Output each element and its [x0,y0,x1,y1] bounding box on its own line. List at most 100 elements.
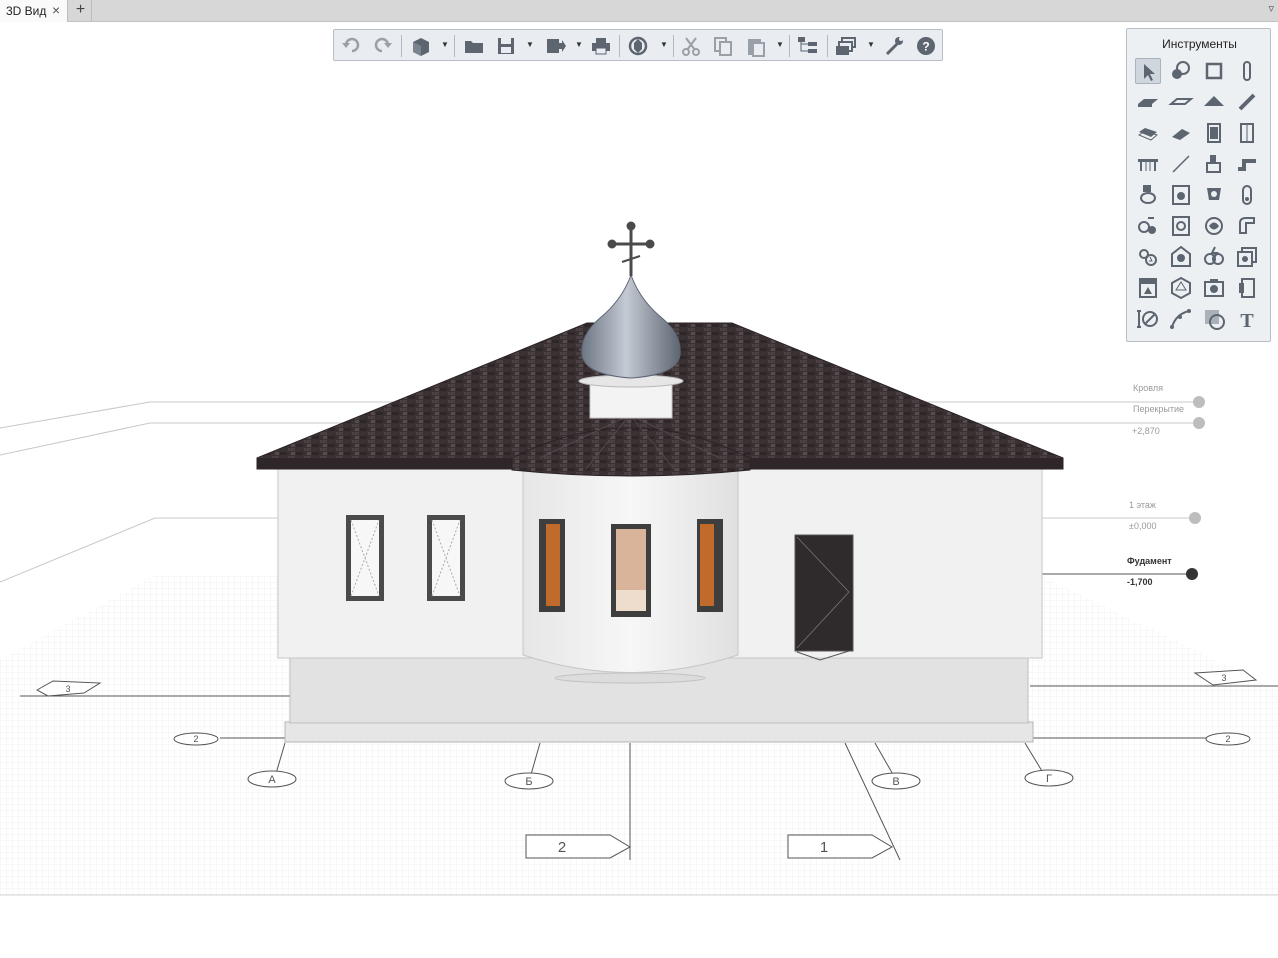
slab-icon [1138,99,1158,107]
window-icon [1240,123,1254,143]
tool-stairs-button[interactable] [1135,120,1161,146]
export-button[interactable] [544,34,568,58]
tool-hatch-button[interactable] [1201,306,1227,332]
tool-select-button[interactable] [1135,58,1161,84]
cabinet-icon [1139,278,1157,298]
tool-water-supply-button[interactable] [1135,213,1161,239]
axis-label-right-2: 2 [1225,734,1230,744]
axis-label-a: А [268,774,276,786]
column-icon [1243,61,1251,81]
window [539,519,565,612]
level-markers[interactable] [1186,396,1205,580]
cut-button[interactable] [679,34,703,58]
tool-camera-button[interactable] [1201,275,1227,301]
chevron-down-icon[interactable]: ▼ [575,40,583,50]
help-icon: ? [917,37,935,55]
object-tree-button[interactable] [796,34,820,58]
tool-plumbing-button[interactable] [1201,151,1227,177]
tool-annotation-button[interactable] [1168,58,1194,84]
redo-button[interactable] [370,34,394,58]
tool-ventilation-button[interactable] [1201,213,1227,239]
tree-icon [798,37,817,53]
axis-label-left-3: 3 [65,684,70,694]
tool-3d-object-button[interactable] [1168,275,1194,301]
tool-ramp-button[interactable] [1168,120,1194,146]
tool-socket-button[interactable] [1201,244,1227,270]
rotate-button[interactable] [626,34,650,58]
table-icon [1138,159,1158,171]
washing-machine-icon [1172,185,1190,205]
radiator-icon [1242,185,1252,205]
layers-button[interactable] [834,34,858,58]
tool-table-button[interactable] [1135,151,1161,177]
tool-washing-machine-button[interactable] [1168,182,1194,208]
settings-button[interactable] [882,34,906,58]
duct-icon [1239,217,1255,234]
chevron-down-icon[interactable]: ▼ [441,40,449,50]
ventilation-icon [1205,217,1223,235]
3d-viewport[interactable]: А Б В Г 2 1 3 2 3 2 Кровля Перекрытие +2… [0,22,1278,958]
tool-electrical-button[interactable] [1135,244,1161,270]
chevron-down-icon[interactable]: ▼ [526,40,534,50]
window [611,524,651,617]
tool-heater-button[interactable] [1201,182,1227,208]
scissors-icon [682,37,700,56]
window [697,519,723,612]
open-button[interactable] [462,34,486,58]
tool-lamp-button[interactable] [1168,244,1194,270]
tool-text-button[interactable]: T [1234,306,1260,332]
save-button[interactable] [494,34,518,58]
building-model[interactable] [256,221,1064,743]
print-button[interactable] [589,34,613,58]
tool-dimension-button[interactable] [1135,306,1161,332]
tool-duct-button[interactable] [1234,213,1260,239]
3d-object-icon [1171,276,1191,300]
level-name-slab: Перекрытие [1133,404,1185,414]
axis-label-right-3: 3 [1221,673,1226,683]
tool-panel-button[interactable] [1234,275,1260,301]
level-value-slab: +2,870 [1132,426,1160,436]
save-icon [498,38,514,54]
tool-boiler-button[interactable] [1168,213,1194,239]
add-tab-button[interactable]: + [70,0,92,22]
tool-floor-button[interactable] [1168,89,1194,115]
tool-pipe-button[interactable] [1234,151,1260,177]
chevron-down-icon[interactable]: ▼ [660,40,668,50]
tool-line-button[interactable] [1168,151,1194,177]
tool-beam-button[interactable] [1234,89,1260,115]
paste-button[interactable] [744,34,768,58]
tool-radiator-button[interactable] [1234,182,1260,208]
tool-roof-button[interactable] [1201,89,1227,115]
wrench-icon [885,37,903,56]
tool-slab-button[interactable] [1135,89,1161,115]
tools-panel: Инструменты T [1126,28,1271,342]
door [794,534,854,661]
foundation-base [284,721,1034,743]
chevron-down-icon[interactable]: ▼ [776,40,784,50]
boiler-icon [1172,216,1190,236]
tool-door-button[interactable] [1201,120,1227,146]
tool-toilet-button[interactable] [1135,182,1161,208]
stairs-icon [1137,128,1159,141]
electrical-icon [1139,249,1157,266]
tool-column-button[interactable] [1234,58,1260,84]
3d-view-button[interactable] [409,34,433,58]
tool-window-button[interactable] [1234,120,1260,146]
cube-icon [413,38,429,56]
tab-label: 3D Вид [6,4,47,18]
tool-switch-panel-button[interactable] [1234,244,1260,270]
help-button[interactable]: ? [914,34,938,58]
level-value-foundation: -1,700 [1127,577,1153,587]
axis-label-1: 1 [820,839,828,856]
triangle-down-icon[interactable]: ▿ [1268,2,1274,15]
copy-button[interactable] [711,34,735,58]
rotate-icon [628,36,648,56]
undo-button[interactable] [340,34,364,58]
tool-cabinet-button[interactable] [1135,275,1161,301]
tool-curve-button[interactable] [1168,306,1194,332]
chevron-down-icon[interactable]: ▼ [867,40,875,50]
tool-room-button[interactable] [1201,58,1227,84]
close-icon[interactable]: × [52,2,60,18]
tab-3d-view[interactable]: 3D Вид × [0,0,68,22]
tab-bar: 3D Вид × + ▿ [0,0,1278,22]
